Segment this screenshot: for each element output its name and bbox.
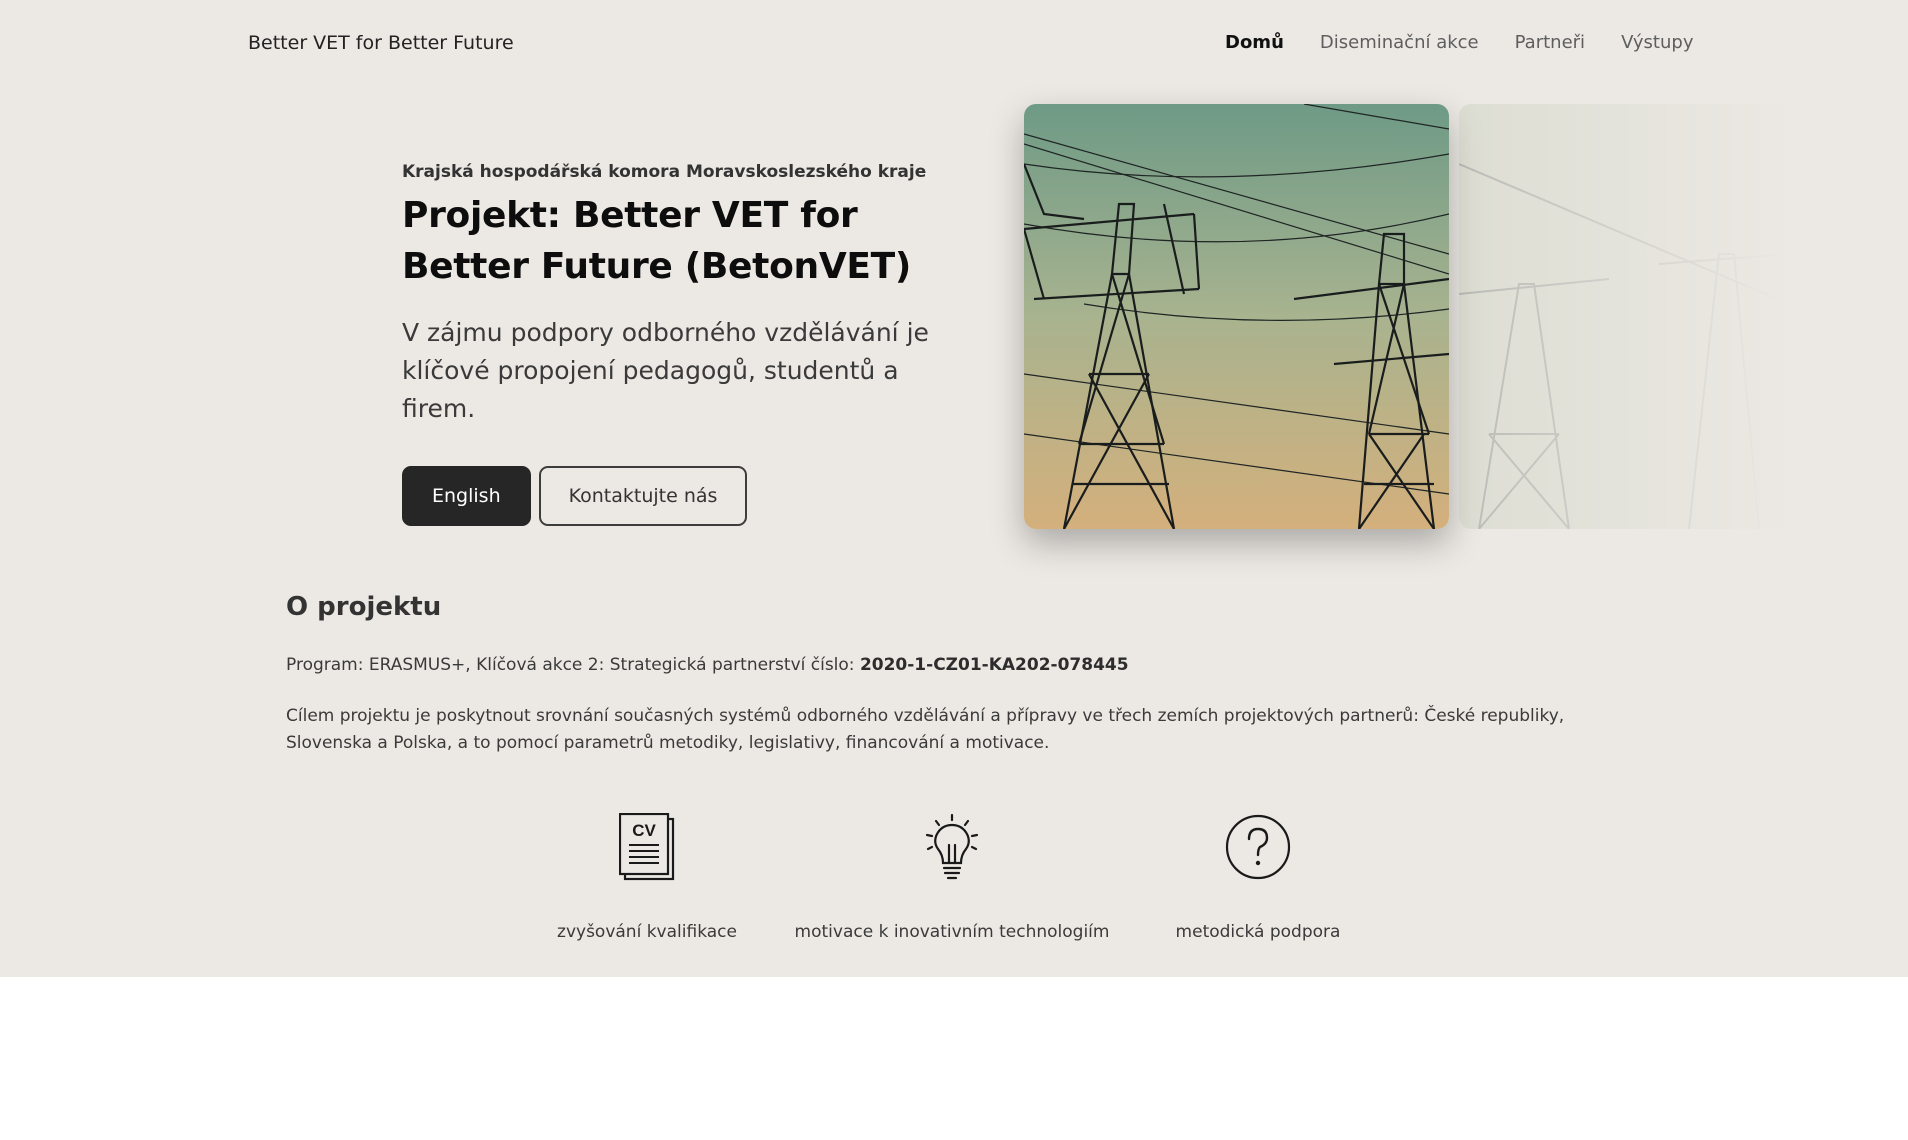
about-section: O projektu Program: ERASMUS+, Klíčová ak… [286,592,1616,781]
feature-methodology: metodická podpora [1088,812,1428,942]
lightbulb-icon [782,812,1122,882]
contact-button[interactable]: Kontaktujte nás [538,466,748,526]
site-brand[interactable]: Better VET for Better Future [248,32,514,54]
nav-item-dissemination[interactable]: Diseminační akce [1320,32,1479,53]
program-info: Program: ERASMUS+, Klíčová akce 2: Strat… [286,652,1616,679]
english-button[interactable]: English [402,466,531,526]
hero-section: Krajská hospodářská komora Moravskoslezs… [402,162,962,526]
feature-label: zvyšování kvalifikace [557,922,737,942]
nav-item-outputs[interactable]: Výstupy [1621,32,1693,53]
page-title: Projekt: Better VET for Better Future (B… [402,195,912,287]
question-circle-icon [1088,812,1428,882]
main-nav: Domů Diseminační akce Partneři Výstupy [1225,32,1693,53]
project-description: Cílem projektu je poskytnout srovnání so… [286,706,1565,753]
hero-image-power-lines [1024,104,1449,529]
svg-text:CV: CV [632,821,656,840]
organization-label: Krajská hospodářská komora Moravskoslezs… [402,162,927,182]
program-prefix: Program: ERASMUS+, Klíčová akce 2: Strat… [286,655,855,675]
feature-qualification: CV zvyšování kvalifikace [477,812,817,942]
about-heading: O projektu [286,592,442,622]
carousel-next-image[interactable] [1459,104,1789,529]
page-section: Better VET for Better Future Domů Disemi… [0,0,1908,977]
feature-label: motivace k inovativním technologiím [794,922,1110,942]
hero-buttons: English Kontaktujte nás [402,466,962,526]
feature-label: metodická podpora [1175,922,1341,942]
feature-motivation: motivace k inovativním technologiím [782,812,1122,942]
nav-item-home[interactable]: Domů [1225,32,1284,53]
cv-document-icon: CV [477,812,817,882]
program-number: 2020-1-CZ01-KA202-078445 [859,655,1129,675]
nav-item-partners[interactable]: Partneři [1515,32,1585,53]
hero-lead: V zájmu podpory odborného vzdělávání je … [402,318,929,423]
